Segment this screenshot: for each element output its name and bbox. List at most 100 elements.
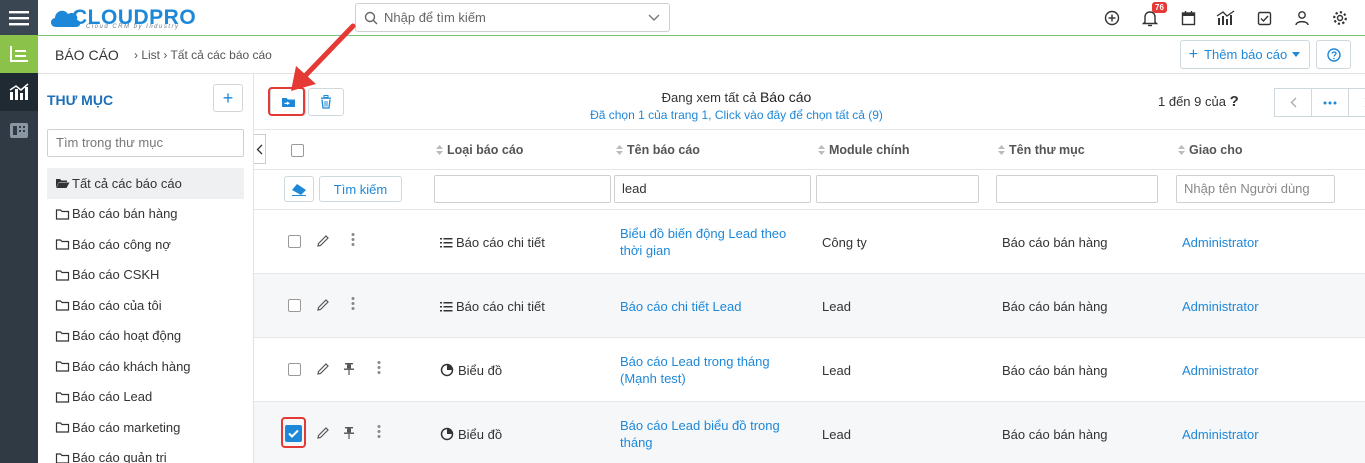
report-name-link[interactable]: Báo cáo Lead trong tháng (Mạnh test) <box>620 353 800 387</box>
report-name-link[interactable]: Biểu đồ biến động Lead theo thời gian <box>620 225 800 259</box>
rail-item-phone[interactable] <box>0 111 38 149</box>
plus-circle-icon <box>1104 10 1120 26</box>
settings-button[interactable] <box>1321 0 1359 36</box>
folder-item[interactable]: Báo cáo công nợ <box>47 229 244 260</box>
report-name-link[interactable]: Báo cáo chi tiết Lead <box>620 298 741 315</box>
checkbox <box>291 144 304 157</box>
column-header-name[interactable]: Tên báo cáo <box>616 143 700 157</box>
folder-item-label: Báo cáo marketing <box>72 419 181 435</box>
add-button[interactable] <box>1093 0 1131 36</box>
column-header-module[interactable]: Module chính <box>818 143 910 157</box>
report-name-link[interactable]: Báo cáo Lead biểu đồ trong tháng <box>620 417 800 451</box>
assignee-link[interactable]: Administrator <box>1182 298 1259 315</box>
edit-pencil-icon[interactable] <box>316 426 330 440</box>
folder-item[interactable]: Báo cáo của tôi <box>47 290 244 321</box>
row-checkbox[interactable] <box>288 235 301 251</box>
breadcrumb-path: › List › Tất cả các báo cáo <box>134 48 272 62</box>
assignee-filter-input[interactable]: Nhập tên Người dùng <box>1176 175 1335 203</box>
report-type: Báo cáo chi tiết <box>456 298 545 314</box>
logo[interactable]: CLOUDPRO Cloud CRM by Industry <box>48 4 196 32</box>
name-filter-input[interactable]: lead <box>614 175 811 203</box>
folder-item[interactable]: Báo cáo CSKH <box>47 260 244 291</box>
pager-total-query[interactable]: ? <box>1230 93 1239 110</box>
edit-pencil-icon[interactable] <box>316 298 330 312</box>
analytics-button[interactable] <box>1207 0 1245 36</box>
viewing-summary: Đang xem tất cả Báo cáo <box>534 89 939 105</box>
pager-count: 1 đến 9 của ? <box>1158 93 1239 110</box>
pin-icon[interactable] <box>343 362 355 376</box>
global-search-placeholder: Nhập để tìm kiếm <box>384 10 486 25</box>
menu-icon <box>9 10 29 25</box>
more-vertical-icon[interactable] <box>351 296 355 312</box>
table-row[interactable]: Báo cáo chi tiết Báo cáo chi tiết Lead Lea… <box>254 274 1365 338</box>
report-type-cell: Báo cáo chi tiết <box>440 274 545 338</box>
folder-open-icon <box>56 179 70 189</box>
folder-name: Báo cáo bán hàng <box>1002 426 1108 442</box>
rail-item-list[interactable] <box>0 35 38 73</box>
select-all-checkbox[interactable] <box>291 144 304 157</box>
folder-sidebar: THƯ MỤC + Tìm trong thư mục Tất cả các b… <box>38 74 254 463</box>
select-all-link[interactable]: Đã chọn 1 của trang 1, Click vào đây để … <box>534 108 939 122</box>
edit-pencil-icon[interactable] <box>316 362 330 376</box>
folder-item-label: Báo cáo bán hàng <box>72 206 178 222</box>
column-header-assignee[interactable]: Giao cho <box>1178 143 1242 157</box>
sort-icon <box>818 145 825 155</box>
edit-pencil-icon[interactable] <box>316 234 330 248</box>
module-cell: Lead <box>822 274 851 338</box>
hamburger-menu-button[interactable] <box>0 0 38 35</box>
global-search-input[interactable]: Nhập để tìm kiếm <box>355 3 670 32</box>
column-header-folder[interactable]: Tên thư mục <box>998 143 1085 157</box>
prev-page-button[interactable] <box>1274 88 1312 117</box>
next-page-button[interactable] <box>1348 88 1365 117</box>
clear-filters-button[interactable] <box>284 176 314 202</box>
column-header-label: Tên báo cáo <box>627 143 700 157</box>
assignee-link[interactable]: Administrator <box>1182 362 1259 379</box>
table-row[interactable]: Báo cáo chi tiết Biểu đồ biến động Lead t… <box>254 210 1365 274</box>
module-filter-input[interactable] <box>816 175 979 203</box>
pager <box>1274 88 1365 117</box>
folder-item[interactable]: Báo cáo hoạt động <box>47 321 244 352</box>
folder-item[interactable]: Báo cáo quản trị <box>47 443 244 463</box>
folder-item[interactable]: Tất cả các báo cáo <box>47 168 244 199</box>
search-button[interactable]: Tìm kiếm <box>319 176 402 202</box>
user-profile-button[interactable] <box>1283 0 1321 36</box>
folder-item[interactable]: Báo cáo khách hàng <box>47 351 244 382</box>
chevron-down-icon[interactable] <box>647 13 661 23</box>
tasks-button[interactable] <box>1245 0 1283 36</box>
column-header-label: Module chính <box>829 143 910 157</box>
add-folder-button[interactable]: + <box>213 84 243 112</box>
calendar-button[interactable] <box>1169 0 1207 36</box>
folder-item[interactable]: Báo cáo Lead <box>47 382 244 413</box>
row-checkbox[interactable] <box>288 363 301 379</box>
pin-icon[interactable] <box>343 426 355 440</box>
add-report-button[interactable]: + Thêm báo cáo <box>1180 40 1310 69</box>
row-checkbox[interactable] <box>288 299 301 315</box>
top-icons: 76 <box>1093 0 1359 36</box>
column-header-type[interactable]: Loại báo cáo <box>436 143 523 157</box>
more-vertical-icon[interactable] <box>377 424 381 440</box>
delete-button[interactable] <box>308 88 344 116</box>
folder-item-label: Báo cáo khách hàng <box>72 358 191 374</box>
folder-search-input[interactable]: Tìm trong thư mục <box>47 129 244 157</box>
folder-item[interactable]: Báo cáo bán hàng <box>47 199 244 230</box>
table-row[interactable]: Biểu đồ Báo cáo Lead biểu đồ trong tháng L… <box>254 402 1365 463</box>
folder-filter-input[interactable] <box>996 175 1158 203</box>
table-row[interactable]: Biểu đồ Báo cáo Lead trong tháng (Mạnh te… <box>254 338 1365 402</box>
more-pages-button[interactable] <box>1311 88 1349 117</box>
folder-item[interactable]: Báo cáo marketing <box>47 412 244 443</box>
folder-icon <box>55 239 70 250</box>
notifications-button[interactable]: 76 <box>1131 0 1169 36</box>
assignee-link[interactable]: Administrator <box>1182 426 1259 443</box>
folder-name: Báo cáo bán hàng <box>1002 234 1108 250</box>
folder-heading: THƯ MỤC <box>47 92 114 108</box>
rail-item-reports[interactable] <box>0 73 38 111</box>
viewing-prefix: Đang xem tất cả <box>661 90 760 105</box>
assignee-cell: Administrator <box>1182 210 1259 274</box>
help-button[interactable] <box>1316 40 1351 69</box>
more-vertical-icon[interactable] <box>351 232 355 248</box>
assignee-link[interactable]: Administrator <box>1182 234 1259 251</box>
more-vertical-icon[interactable] <box>377 360 381 376</box>
page-title[interactable]: BÁO CÁO <box>55 47 119 63</box>
highlight-selected-checkbox <box>281 417 306 448</box>
type-filter-input[interactable] <box>434 175 611 203</box>
